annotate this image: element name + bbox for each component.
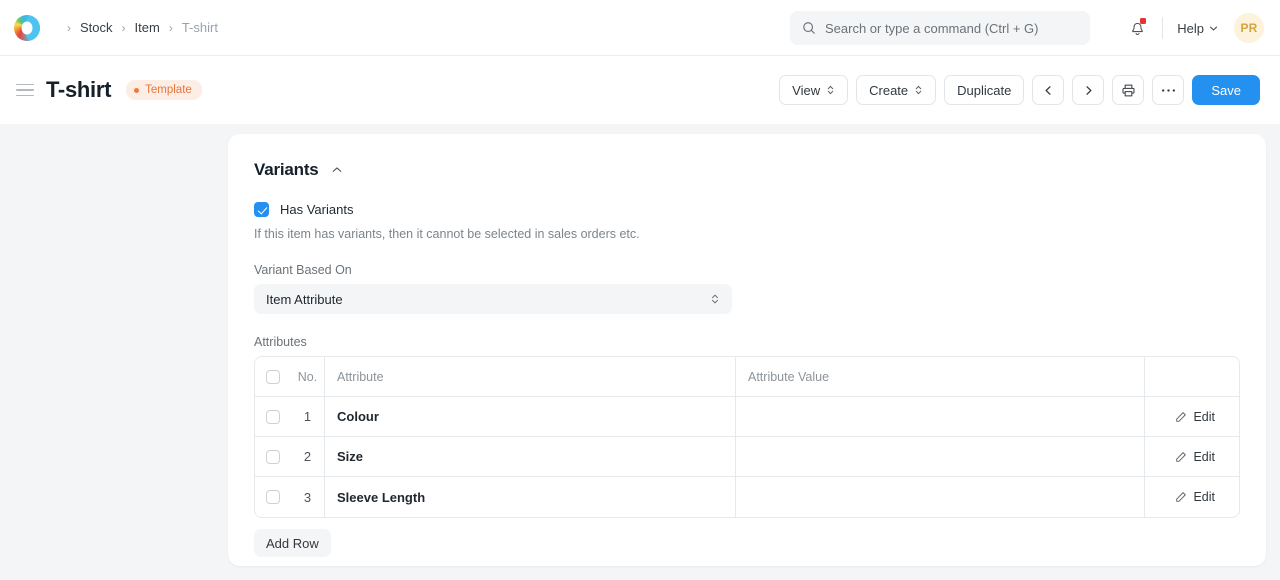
row-edit-cell: Edit	[1145, 437, 1229, 476]
row-attribute-value[interactable]	[736, 477, 1145, 517]
edit-row-button[interactable]: Edit	[1175, 490, 1215, 504]
row-attribute[interactable]: Colour	[325, 397, 736, 436]
has-variants-row: Has Variants	[254, 202, 1240, 217]
table-row[interactable]: 1 Colour Edit	[255, 397, 1239, 437]
has-variants-help-text: If this item has variants, then it canno…	[254, 227, 640, 241]
more-options-button[interactable]	[1152, 75, 1185, 105]
chevron-updown-icon	[826, 84, 835, 96]
hamburger-menu-icon[interactable]	[16, 83, 34, 97]
previous-record-button[interactable]	[1032, 75, 1065, 105]
section-title: Variants	[254, 160, 319, 179]
row-select-cell	[255, 397, 291, 436]
column-header-actions	[1145, 357, 1229, 396]
create-label: Create	[869, 82, 909, 98]
help-menu-button[interactable]: Help	[1175, 17, 1220, 40]
row-attribute-value[interactable]	[736, 437, 1145, 476]
row-select-cell	[255, 477, 291, 517]
attributes-grid-header: No. Attribute Attribute Value	[255, 357, 1239, 397]
variant-based-on-select[interactable]: Item Attribute	[254, 284, 732, 314]
attributes-label: Attributes	[254, 335, 307, 349]
edit-row-label: Edit	[1193, 490, 1215, 504]
breadcrumb-separator: ›	[67, 20, 71, 35]
search-input[interactable]: Search or type a command (Ctrl + G)	[790, 11, 1090, 45]
attributes-grid: No. Attribute Attribute Value 1 Colour E…	[254, 356, 1240, 518]
view-label: View	[792, 82, 821, 98]
chevron-down-icon	[1209, 24, 1218, 33]
chevron-right-icon	[1083, 85, 1094, 96]
notification-badge	[1140, 18, 1147, 24]
row-select-cell	[255, 437, 291, 476]
has-variants-label: Has Variants	[280, 202, 354, 217]
avatar[interactable]: PR	[1234, 13, 1264, 43]
column-header-no: No.	[291, 357, 325, 396]
save-button[interactable]: Save	[1192, 75, 1260, 105]
notifications-button[interactable]	[1122, 13, 1152, 43]
print-button[interactable]	[1112, 75, 1145, 105]
pencil-icon	[1175, 451, 1187, 463]
breadcrumb: › Stock › Item › T-shirt	[58, 20, 218, 35]
chevron-updown-icon	[914, 84, 923, 96]
column-header-attribute: Attribute	[325, 357, 736, 396]
row-checkbox[interactable]	[266, 449, 280, 464]
next-record-button[interactable]	[1072, 75, 1105, 105]
navbar-right-group: Help PR	[1122, 0, 1264, 56]
pencil-icon	[1175, 411, 1187, 423]
top-navbar: › Stock › Item › T-shirt Search or type …	[0, 0, 1280, 56]
breadcrumb-separator: ›	[121, 20, 126, 35]
row-number: 2	[291, 437, 325, 476]
edit-row-button[interactable]: Edit	[1175, 410, 1215, 424]
select-all-checkbox[interactable]	[266, 369, 280, 384]
search-icon	[802, 21, 816, 35]
navbar-divider	[1162, 17, 1164, 39]
pencil-icon	[1175, 491, 1187, 503]
variant-based-on-label: Variant Based On	[254, 263, 352, 277]
select-all-cell	[255, 357, 291, 396]
printer-icon	[1121, 83, 1136, 98]
table-row[interactable]: 3 Sleeve Length Edit	[255, 477, 1239, 517]
row-attribute[interactable]: Sleeve Length	[325, 477, 736, 517]
row-edit-cell: Edit	[1145, 397, 1229, 436]
variant-based-on-value: Item Attribute	[266, 291, 343, 307]
edit-row-label: Edit	[1193, 409, 1215, 424]
page-body: Variants Has Variants If this item has v…	[0, 124, 1280, 580]
row-number: 1	[291, 397, 325, 436]
chevron-up-icon[interactable]	[331, 164, 343, 176]
search-placeholder: Search or type a command (Ctrl + G)	[825, 20, 1039, 36]
create-button[interactable]: Create	[856, 75, 937, 105]
status-dot-icon	[134, 87, 140, 93]
breadcrumb-item-stock[interactable]: Stock	[80, 20, 113, 35]
page-title: T-shirt	[46, 77, 112, 102]
ellipsis-icon	[1161, 88, 1176, 93]
breadcrumb-item-current: T-shirt	[181, 20, 218, 35]
chevron-updown-icon	[710, 293, 720, 306]
row-attribute[interactable]: Size	[325, 437, 736, 476]
table-row[interactable]: 2 Size Edit	[255, 437, 1239, 477]
variants-section-card: Variants Has Variants If this item has v…	[228, 134, 1266, 566]
has-variants-checkbox[interactable]	[254, 202, 269, 217]
page-toolbar: View Create Duplicate Save	[779, 75, 1260, 105]
help-label: Help	[1177, 20, 1204, 36]
edit-row-label: Edit	[1193, 449, 1215, 464]
page-header: T-shirt Template View Create Duplicate S…	[0, 56, 1280, 124]
chevron-left-icon	[1043, 85, 1054, 96]
duplicate-button[interactable]: Duplicate	[944, 75, 1025, 105]
status-badge-label: Template	[145, 84, 192, 96]
status-badge: Template	[126, 80, 202, 100]
row-checkbox[interactable]	[266, 490, 280, 504]
row-attribute-value[interactable]	[736, 397, 1145, 436]
row-number: 3	[291, 477, 325, 517]
breadcrumb-item-item[interactable]: Item	[135, 20, 160, 35]
edit-row-button[interactable]: Edit	[1175, 450, 1215, 464]
view-button[interactable]: View	[779, 75, 849, 105]
variants-section-header[interactable]: Variants	[254, 160, 343, 180]
column-header-attribute-value: Attribute Value	[736, 357, 1145, 396]
row-checkbox[interactable]	[266, 409, 280, 424]
add-row-button[interactable]: Add Row	[254, 529, 331, 557]
row-edit-cell: Edit	[1145, 477, 1229, 517]
frappe-logo-icon[interactable]	[14, 14, 40, 41]
breadcrumb-separator: ›	[168, 20, 173, 35]
